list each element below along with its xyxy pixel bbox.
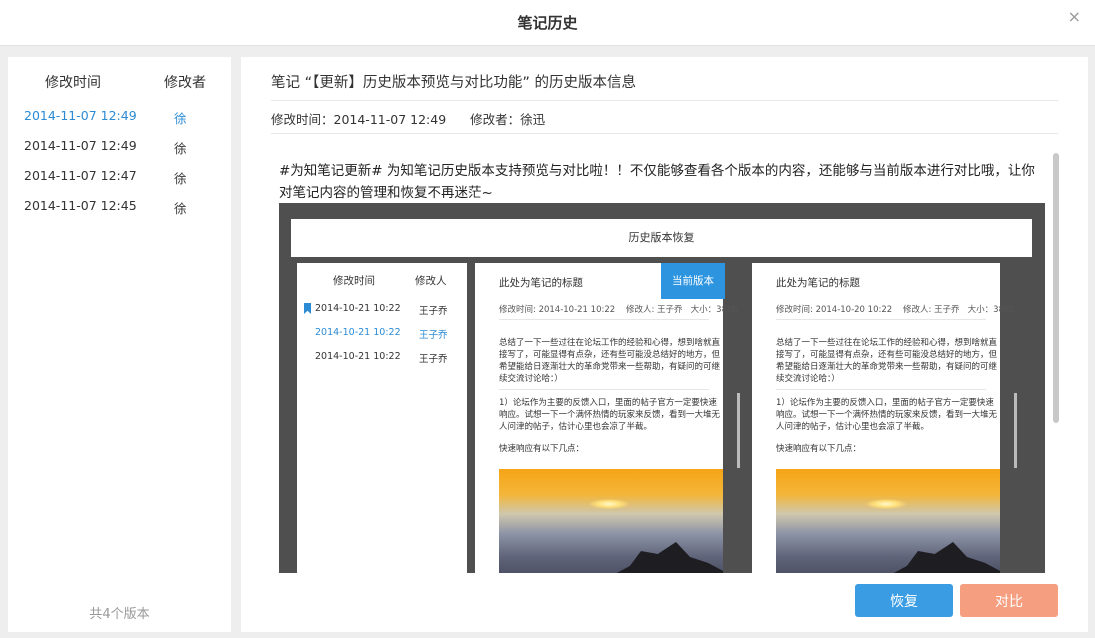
- history-row-time: 2014-11-07 12:47: [24, 168, 137, 183]
- history-row-author: 徐: [174, 111, 187, 126]
- sunrise-photo: [499, 469, 723, 573]
- divider: [271, 100, 1058, 101]
- embedded-row-time: 2014-10-21 10:22: [315, 327, 401, 338]
- note-body-text: #为知笔记更新# 为知笔记历史版本支持预览与对比啦！！不仅能够查看各个版本的内容…: [279, 163, 1035, 201]
- divider: [776, 389, 986, 390]
- embedded-paragraph: 快速响应有以下几点：: [776, 444, 862, 454]
- close-icon[interactable]: ×: [1068, 7, 1081, 26]
- version-count: 共4个版本: [89, 607, 150, 622]
- history-row-time: 2014-11-07 12:49: [24, 108, 137, 123]
- sun-shape: [589, 499, 629, 509]
- history-row-time: 2014-11-07 12:45: [24, 198, 137, 213]
- embedded-meta-author: 修改人: 王子乔: [625, 305, 683, 315]
- embedded-note-title: 此处为笔记的标题: [499, 277, 583, 289]
- content-scrollbar[interactable]: [1053, 153, 1059, 423]
- embedded-meta-author: 修改人: 王子乔: [902, 305, 960, 315]
- history-list-panel: 修改时间 修改者 2014-11-07 12:49 徐 2014-11-07 1…: [8, 57, 231, 632]
- dialog-titlebar: 笔记历史 ×: [0, 0, 1095, 46]
- bookmark-icon: [304, 303, 311, 314]
- history-row[interactable]: 2014-11-07 12:49 徐: [8, 132, 231, 160]
- embedded-meta: 修改时间: 2014-10-20 10:22 修改人: 王子乔 大小：38Kb: [776, 303, 1015, 315]
- embedded-header-author: 修改人: [415, 275, 447, 287]
- embedded-left-pane: 此处为笔记的标题 当前版本 修改时间: 2014-10-21 10:22 修改人…: [475, 263, 738, 573]
- restore-button[interactable]: 恢复: [855, 584, 953, 617]
- divider: [499, 319, 709, 320]
- mountain-shape: [876, 542, 1000, 573]
- embedded-history-row: 2014-10-21 10:22 王子乔: [297, 347, 467, 367]
- embedded-screenshot: 历史版本恢复 修改时间 修改人 2014-10-21 10:22 王子乔 201…: [279, 203, 1045, 573]
- history-row[interactable]: 2014-11-07 12:45 徐: [8, 192, 231, 220]
- mountain-shape: [599, 542, 723, 573]
- embedded-meta-size: 大小：38Kb: [967, 305, 1015, 315]
- note-version-title: 笔记 “【更新】历史版本预览与对比功能” 的历史版本信息: [271, 75, 636, 91]
- history-row[interactable]: 2014-11-07 12:49 徐: [8, 102, 231, 130]
- embedded-meta-size: 大小：38Kb: [690, 305, 738, 315]
- history-row-author: 徐: [174, 141, 187, 156]
- embedded-meta: 修改时间: 2014-10-21 10:22 修改人: 王子乔 大小：38Kb: [499, 303, 738, 315]
- embedded-scrollbar: [737, 393, 740, 468]
- history-row-author: 徐: [174, 171, 187, 186]
- embedded-note-title: 此处为笔记的标题: [776, 277, 860, 289]
- history-row-time: 2014-11-07 12:49: [24, 138, 137, 153]
- embedded-scrollbar: [1014, 393, 1017, 468]
- divider: [271, 133, 1058, 134]
- embedded-row-author: 王子乔: [419, 306, 448, 317]
- embedded-paragraph: 总结了一下一些过往在论坛工作的经验和心得，想到啥就直接写了，可能显得有点杂，还有…: [499, 338, 721, 384]
- sun-shape: [866, 499, 906, 509]
- history-row-author: 徐: [174, 201, 187, 216]
- modified-time: 修改时间：2014-11-07 12:49: [271, 112, 447, 127]
- modified-by: 修改者：徐迅: [470, 112, 546, 127]
- embedded-paragraph: 1）论坛作为主要的反馈入口，里面的帖子官方一定要快速响应。试想一下一个满怀热情的…: [499, 398, 721, 432]
- history-header-time: 修改时间: [45, 75, 101, 91]
- compare-button[interactable]: 对比: [960, 584, 1058, 617]
- current-version-badge: 当前版本: [661, 263, 725, 299]
- embedded-row-time: 2014-10-21 10:22: [315, 303, 401, 314]
- embedded-row-author: 王子乔: [419, 354, 448, 365]
- embedded-row-author: 王子乔: [419, 330, 448, 341]
- embedded-paragraph: 快速响应有以下几点：: [499, 444, 585, 454]
- embedded-meta-time: 修改时间: 2014-10-21 10:22: [499, 305, 616, 315]
- embedded-meta-time: 修改时间: 2014-10-20 10:22: [776, 305, 893, 315]
- embedded-paragraph: 总结了一下一些过往在论坛工作的经验和心得，想到啥就直接写了，可能显得有点杂，还有…: [776, 338, 998, 384]
- history-header-author: 修改者: [164, 75, 206, 91]
- embedded-history-list: 修改时间 修改人 2014-10-21 10:22 王子乔 2014-10-21…: [297, 263, 467, 573]
- version-meta: 修改时间：2014-11-07 12:49 修改者：徐迅: [271, 109, 545, 128]
- sunrise-photo: [776, 469, 1000, 573]
- divider: [776, 319, 986, 320]
- divider: [499, 389, 709, 390]
- dialog-title: 笔记历史: [517, 14, 578, 32]
- embedded-right-pane: 此处为笔记的标题 修改时间: 2014-10-20 10:22 修改人: 王子乔…: [752, 263, 1015, 573]
- history-row[interactable]: 2014-11-07 12:47 徐: [8, 162, 231, 190]
- embedded-header-time: 修改时间: [333, 275, 375, 287]
- embedded-row-time: 2014-10-21 10:22: [315, 351, 401, 362]
- embedded-history-row: 2014-10-21 10:22 王子乔: [297, 323, 467, 343]
- embedded-dialog-title: 历史版本恢复: [291, 219, 1032, 257]
- embedded-paragraph: 1）论坛作为主要的反馈入口，里面的帖子官方一定要快速响应。试想一下一个满怀热情的…: [776, 398, 998, 432]
- embedded-history-row: 2014-10-21 10:22 王子乔: [297, 299, 467, 319]
- version-detail-panel: 笔记 “【更新】历史版本预览与对比功能” 的历史版本信息 修改时间：2014-1…: [241, 57, 1088, 632]
